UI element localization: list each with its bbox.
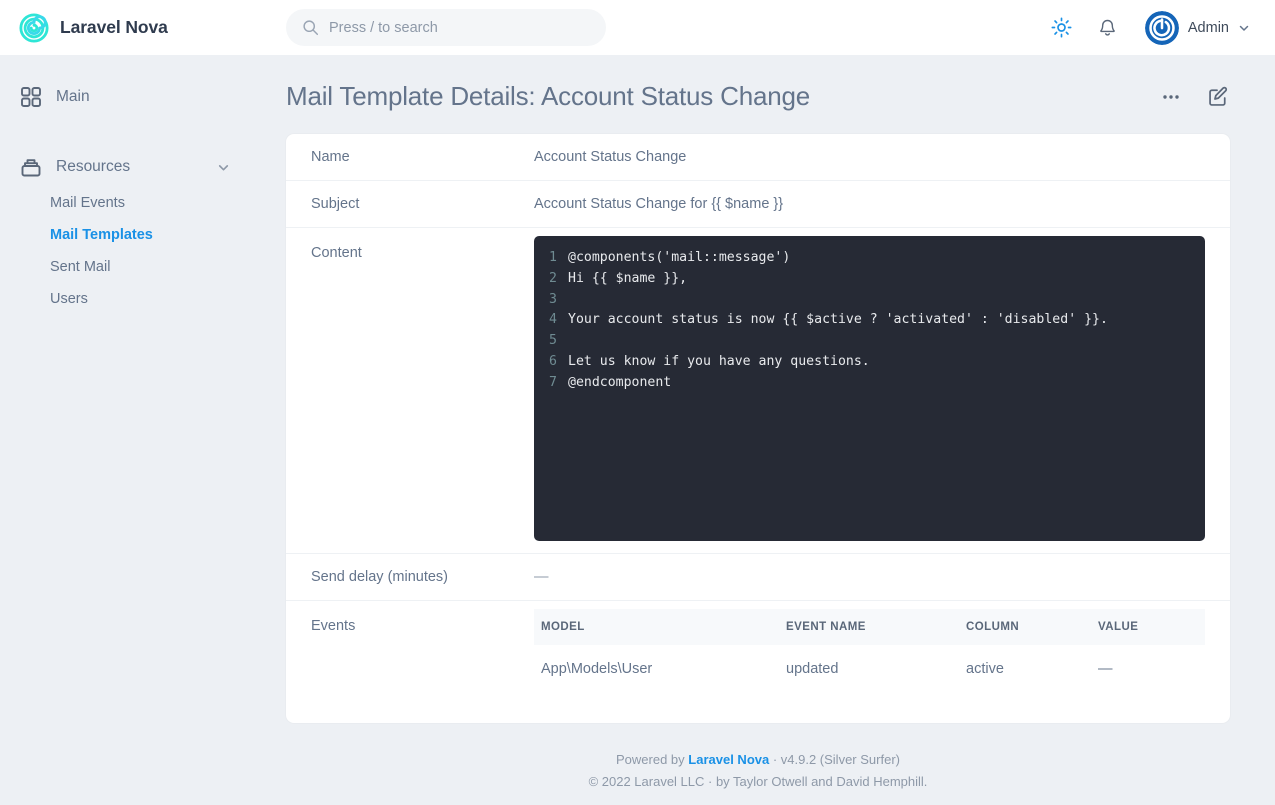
search-icon	[303, 20, 319, 36]
app-shell: Main Resources Mail Events Mail Template…	[0, 55, 1275, 805]
code-line: 4 Your account status is now {{ $active ?…	[534, 310, 1205, 331]
events-column-header-event-name: EVENT NAME	[786, 609, 966, 645]
field-label-content: Content	[311, 245, 362, 261]
field-row-events: Events MODEL EVENT NAME COLUMN VALUE App…	[286, 601, 1230, 723]
footer-powered-prefix: Powered by	[616, 752, 689, 767]
search-placeholder: Press / to search	[329, 19, 438, 36]
code-line: 6 Let us know if you have any questions.	[534, 352, 1205, 373]
field-row-send-delay: Send delay (minutes) —	[286, 554, 1230, 601]
code-line-number: 6	[549, 353, 557, 369]
code-line-text: @components('mail::message')	[568, 250, 791, 265]
power-avatar-icon	[1144, 10, 1179, 45]
code-line: 7 @endcomponent	[534, 373, 1205, 394]
field-label-events: Events	[311, 618, 356, 634]
sidebar-item-sent-mail[interactable]: Sent Mail	[0, 251, 250, 283]
field-label-send-delay: Send delay (minutes)	[311, 569, 449, 585]
sidebar-group-main: Main	[0, 77, 250, 117]
sidebar-navigation: Main Resources Mail Events Mail Template…	[0, 55, 250, 805]
code-line-text: Let us know if you have any questions.	[568, 353, 870, 369]
sidebar-item-main[interactable]: Main	[0, 77, 250, 117]
code-line-number: 1	[549, 250, 557, 265]
page-title: Mail Template Details: Account Status Ch…	[286, 81, 811, 111]
field-row-content: Content 1 @components('mail::message')2 Hi…	[286, 228, 1230, 554]
footer-nova-link[interactable]: Laravel Nova	[688, 752, 769, 767]
page-action-buttons	[1161, 85, 1230, 108]
footer-version: · v4.9.2 (Silver Surfer)	[769, 752, 900, 767]
sidebar-item-resources-label: Resources	[56, 158, 131, 175]
user-menu[interactable]: Admin	[1144, 10, 1250, 45]
ellipsis-horizontal-icon[interactable]	[1161, 87, 1181, 107]
theme-toggle-button[interactable]	[1050, 16, 1074, 40]
sidebar-item-users[interactable]: Users	[0, 283, 250, 315]
sidebar-item-mail-events[interactable]: Mail Events	[0, 187, 250, 219]
events-cell-column: active	[966, 661, 1004, 677]
topbar-actions: Admin	[1050, 10, 1275, 45]
grid-squares-icon	[21, 87, 41, 107]
footer-powered-line: Powered by Laravel Nova · v4.9.2 (Silver…	[286, 749, 1230, 771]
code-line-text: @endcomponent	[568, 374, 672, 390]
table-row: App\Models\User updated active —	[534, 645, 1205, 693]
events-cell-event-name: updated	[786, 661, 839, 677]
code-line-number: 2	[549, 270, 557, 286]
code-line: 1 @components('mail::message')	[534, 248, 1205, 269]
page-footer: Powered by Laravel Nova · v4.9.2 (Silver…	[286, 723, 1230, 793]
events-cell-model: App\Models\User	[541, 661, 653, 677]
top-navigation-bar: Laravel Nova Press / to search Admin	[0, 0, 1275, 55]
field-value-content: 1 @components('mail::message')2 Hi {{ $nam…	[534, 228, 1230, 553]
page-header: Mail Template Details: Account Status Ch…	[286, 55, 1230, 134]
field-row-subject: Subject Account Status Change for {{ $na…	[286, 181, 1230, 228]
field-value-subject: Account Status Change for {{ $name }}	[534, 196, 784, 212]
field-label-name: Name	[311, 149, 350, 165]
content-code-block[interactable]: 1 @components('mail::message')2 Hi {{ $nam…	[534, 236, 1205, 541]
user-name-label: Admin	[1187, 19, 1229, 36]
code-line-text: Hi {{ $name }},	[568, 270, 688, 286]
bell-icon	[1100, 19, 1116, 36]
field-value-send-delay: —	[534, 569, 549, 585]
events-cell-value: —	[1098, 661, 1113, 677]
search-region: Press / to search	[250, 9, 1050, 46]
field-value-events: MODEL EVENT NAME COLUMN VALUE App\Models…	[534, 601, 1230, 723]
brand-name: Laravel Nova	[60, 17, 168, 37]
brand-home-link[interactable]: Laravel Nova	[0, 12, 250, 43]
footer-copyright: © 2022 Laravel LLC · by Taylor Otwell an…	[588, 774, 928, 789]
notifications-button[interactable]	[1096, 16, 1120, 40]
field-row-name: Name Account Status Change	[286, 134, 1230, 181]
events-table-header-row: MODEL EVENT NAME COLUMN VALUE	[534, 609, 1205, 645]
mail-template-detail-card: Name Account Status Change Subject Accou…	[286, 134, 1230, 723]
code-line-number: 5	[549, 333, 557, 349]
archive-drawer-icon	[21, 159, 41, 177]
pencil-square-icon[interactable]	[1207, 85, 1230, 108]
events-table-body: App\Models\User updated active —	[534, 645, 1205, 693]
main-content: Mail Template Details: Account Status Ch…	[250, 55, 1275, 805]
code-line-text: Your account status is now {{ $active ? …	[568, 312, 1108, 328]
chevron-down-icon[interactable]	[217, 161, 230, 174]
chevron-down-icon	[1239, 25, 1249, 31]
sun-icon	[1051, 17, 1072, 38]
field-value-name: Account Status Change	[534, 149, 687, 165]
code-line: 5	[534, 331, 1205, 352]
sidebar-group-resources: Resources Mail Events Mail Templates Sen…	[0, 147, 250, 315]
field-label-subject: Subject	[311, 196, 360, 212]
code-line-number: 4	[549, 312, 557, 328]
events-column-header-model: MODEL	[534, 609, 786, 645]
events-table: MODEL EVENT NAME COLUMN VALUE App\Models…	[534, 609, 1205, 693]
sidebar-item-resources[interactable]: Resources	[0, 147, 250, 187]
code-line-number: 3	[549, 291, 557, 307]
sidebar-item-main-label: Main	[56, 88, 90, 105]
events-table-head: MODEL EVENT NAME COLUMN VALUE	[534, 609, 1205, 645]
sidebar-item-mail-templates[interactable]: Mail Templates	[0, 219, 250, 251]
events-column-header-value: VALUE	[1098, 609, 1205, 645]
code-line: 3	[534, 290, 1205, 311]
code-line-number: 7	[549, 374, 557, 390]
code-line: 2 Hi {{ $name }},	[534, 269, 1205, 290]
nova-spiral-logo-icon	[19, 12, 49, 43]
events-column-header-column: COLUMN	[966, 609, 1098, 645]
search-input[interactable]: Press / to search	[286, 9, 606, 46]
